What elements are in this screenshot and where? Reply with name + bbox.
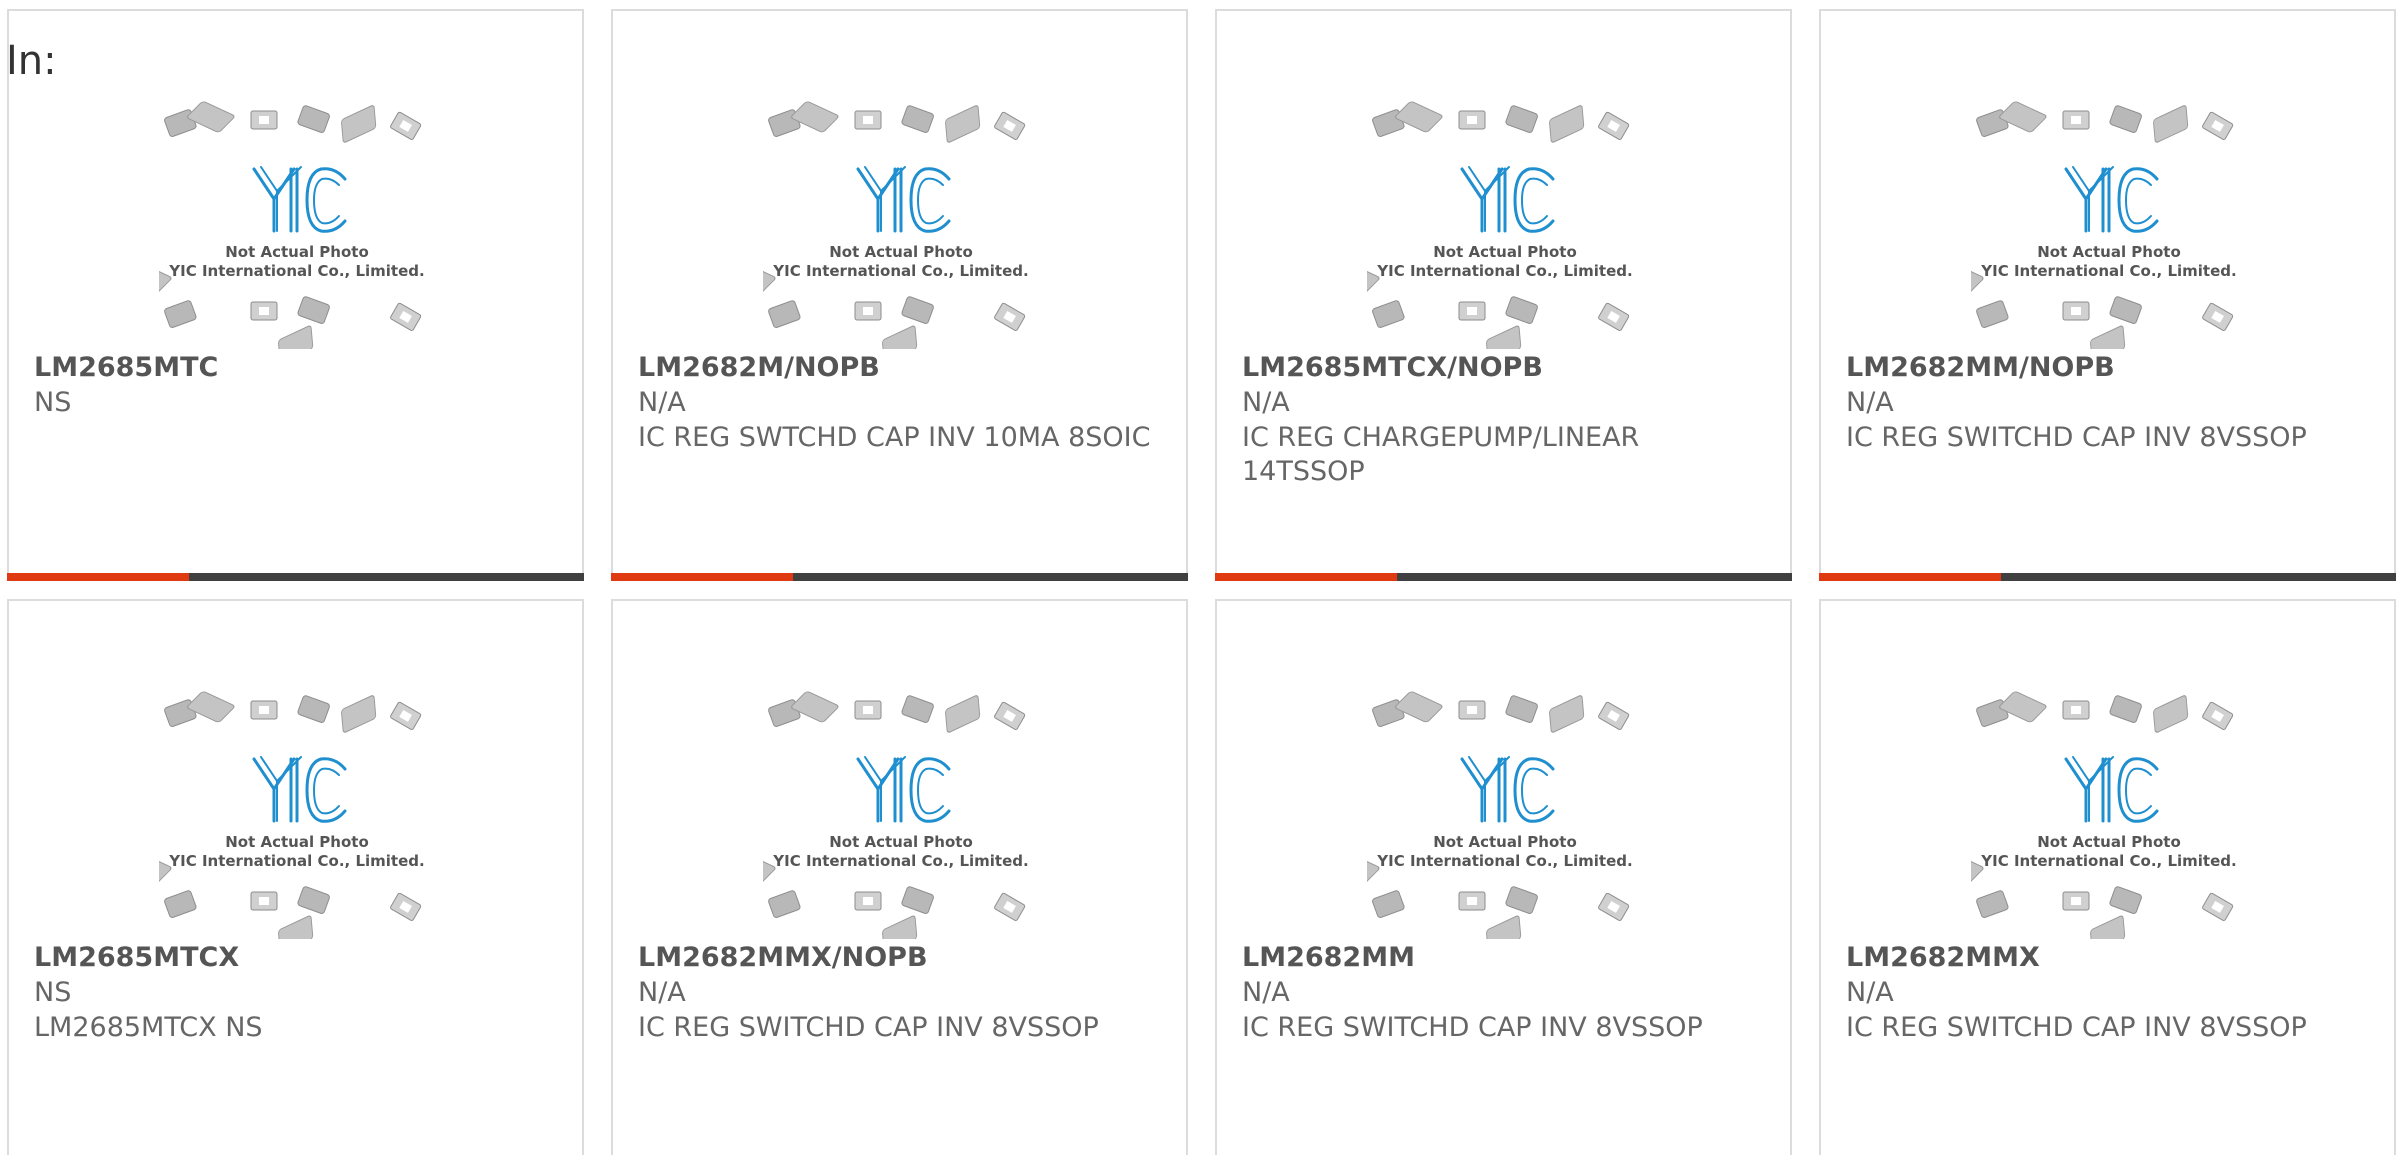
yic-logo [856,756,951,823]
product-image: Not Actual Photo YIC International Co., … [763,99,1039,349]
product-manufacturer: NS [34,977,72,1008]
chip-row-top [768,101,1026,143]
card-accent-bar [611,573,793,581]
svg-text:YIC International Co., Limited: YIC International Co., Limited. [1980,852,2236,870]
yic-placeholder-icon: Not Actual Photo YIC International Co., … [159,101,425,349]
product-description: IC REG SWITCHD CAP INV 8VSSOP [1846,422,2307,453]
chip-row-top [1976,101,2234,143]
product-part-number[interactable]: LM2682MMX [1846,942,2040,973]
yic-logo [252,166,347,233]
product-part-number[interactable]: LM2682MM/NOPB [1846,352,2115,383]
product-manufacturer: N/A [1242,977,1290,1008]
card-bottom-bar [611,573,1188,581]
svg-text:Not Actual Photo: Not Actual Photo [829,833,973,851]
product-grid-page: In: Not Actual Photo YIC International C… [0,0,2400,1155]
product-card[interactable]: Not Actual Photo YIC International Co., … [1215,9,1792,581]
card-accent-bar [7,573,189,581]
product-part-number[interactable]: LM2682MM [1242,942,1415,973]
product-description: IC REG SWITCHD CAP INV 8VSSOP [638,1012,1099,1043]
product-image: Not Actual Photo YIC International Co., … [763,689,1039,939]
product-description: IC REG SWITCHD CAP INV 8VSSOP [1846,1012,2307,1043]
svg-text:Not Actual Photo: Not Actual Photo [225,833,369,851]
product-card[interactable]: Not Actual Photo YIC International Co., … [1819,9,2396,581]
chip-row-top [768,691,1026,733]
chip-row-top [1372,101,1630,143]
card-accent-bar [1819,573,2001,581]
product-image: Not Actual Photo YIC International Co., … [1971,689,2247,939]
product-image: Not Actual Photo YIC International Co., … [159,99,435,349]
product-card[interactable]: Not Actual Photo YIC International Co., … [7,599,584,1155]
product-part-number[interactable]: LM2685MTC [34,352,218,383]
product-part-number[interactable]: LM2685MTCX [34,942,239,973]
svg-text:Not Actual Photo: Not Actual Photo [225,243,369,261]
product-manufacturer: N/A [1846,387,1894,418]
svg-text:YIC International Co., Limited: YIC International Co., Limited. [168,852,424,870]
card-bottom-bar [1819,573,2396,581]
svg-text:YIC International Co., Limited: YIC International Co., Limited. [772,262,1028,280]
product-description: LM2685MTCX NS [34,1012,263,1043]
svg-text:YIC International Co., Limited: YIC International Co., Limited. [1376,262,1632,280]
yic-placeholder-icon: Not Actual Photo YIC International Co., … [1367,101,1633,349]
svg-text:YIC International Co., Limited: YIC International Co., Limited. [1376,852,1632,870]
product-description: IC REG SWITCHD CAP INV 8VSSOP [1242,1012,1703,1043]
card-bottom-bar [7,573,584,581]
product-image: Not Actual Photo YIC International Co., … [1367,99,1643,349]
svg-text:YIC International Co., Limited: YIC International Co., Limited. [168,262,424,280]
card-bottom-bar [1215,573,1792,581]
chip-row-top [164,101,422,143]
svg-text:Not Actual Photo: Not Actual Photo [1433,243,1577,261]
product-image: Not Actual Photo YIC International Co., … [1367,689,1643,939]
yic-placeholder-icon: Not Actual Photo YIC International Co., … [1971,691,2237,939]
yic-placeholder-icon: Not Actual Photo YIC International Co., … [1971,101,2237,349]
yic-logo [2064,756,2159,823]
chip-row-top [1372,691,1630,733]
product-card[interactable]: Not Actual Photo YIC International Co., … [1215,599,1792,1155]
product-card[interactable]: Not Actual Photo YIC International Co., … [7,9,584,581]
product-image: Not Actual Photo YIC International Co., … [159,689,435,939]
chip-row-top [164,691,422,733]
svg-text:Not Actual Photo: Not Actual Photo [1433,833,1577,851]
product-manufacturer: N/A [638,977,686,1008]
product-manufacturer: N/A [638,387,686,418]
yic-logo [1460,166,1555,233]
svg-text:Not Actual Photo: Not Actual Photo [829,243,973,261]
yic-logo [856,166,951,233]
product-description: IC REG SWTCHD CAP INV 10MA 8SOIC [638,422,1151,453]
product-part-number[interactable]: LM2682MMX/NOPB [638,942,928,973]
product-part-number[interactable]: LM2685MTCX/NOPB [1242,352,1543,383]
page-heading: In: [6,38,57,84]
product-card[interactable]: Not Actual Photo YIC International Co., … [1819,599,2396,1155]
product-manufacturer: N/A [1846,977,1894,1008]
product-manufacturer: NS [34,387,72,418]
product-part-number[interactable]: LM2682M/NOPB [638,352,880,383]
product-card[interactable]: Not Actual Photo YIC International Co., … [611,9,1188,581]
yic-placeholder-icon: Not Actual Photo YIC International Co., … [1367,691,1633,939]
yic-logo [252,756,347,823]
yic-placeholder-icon: Not Actual Photo YIC International Co., … [159,691,425,939]
yic-placeholder-icon: Not Actual Photo YIC International Co., … [763,691,1029,939]
svg-text:YIC International Co., Limited: YIC International Co., Limited. [1980,262,2236,280]
yic-placeholder-icon: Not Actual Photo YIC International Co., … [763,101,1029,349]
product-card[interactable]: Not Actual Photo YIC International Co., … [611,599,1188,1155]
yic-logo [2064,166,2159,233]
chip-row-top [1976,691,2234,733]
svg-text:Not Actual Photo: Not Actual Photo [2037,243,2181,261]
svg-text:YIC International Co., Limited: YIC International Co., Limited. [772,852,1028,870]
product-manufacturer: N/A [1242,387,1290,418]
product-description: IC REG CHARGEPUMP/LINEAR 14TSSOP [1242,422,1640,487]
yic-logo [1460,756,1555,823]
svg-text:Not Actual Photo: Not Actual Photo [2037,833,2181,851]
product-image: Not Actual Photo YIC International Co., … [1971,99,2247,349]
card-accent-bar [1215,573,1397,581]
